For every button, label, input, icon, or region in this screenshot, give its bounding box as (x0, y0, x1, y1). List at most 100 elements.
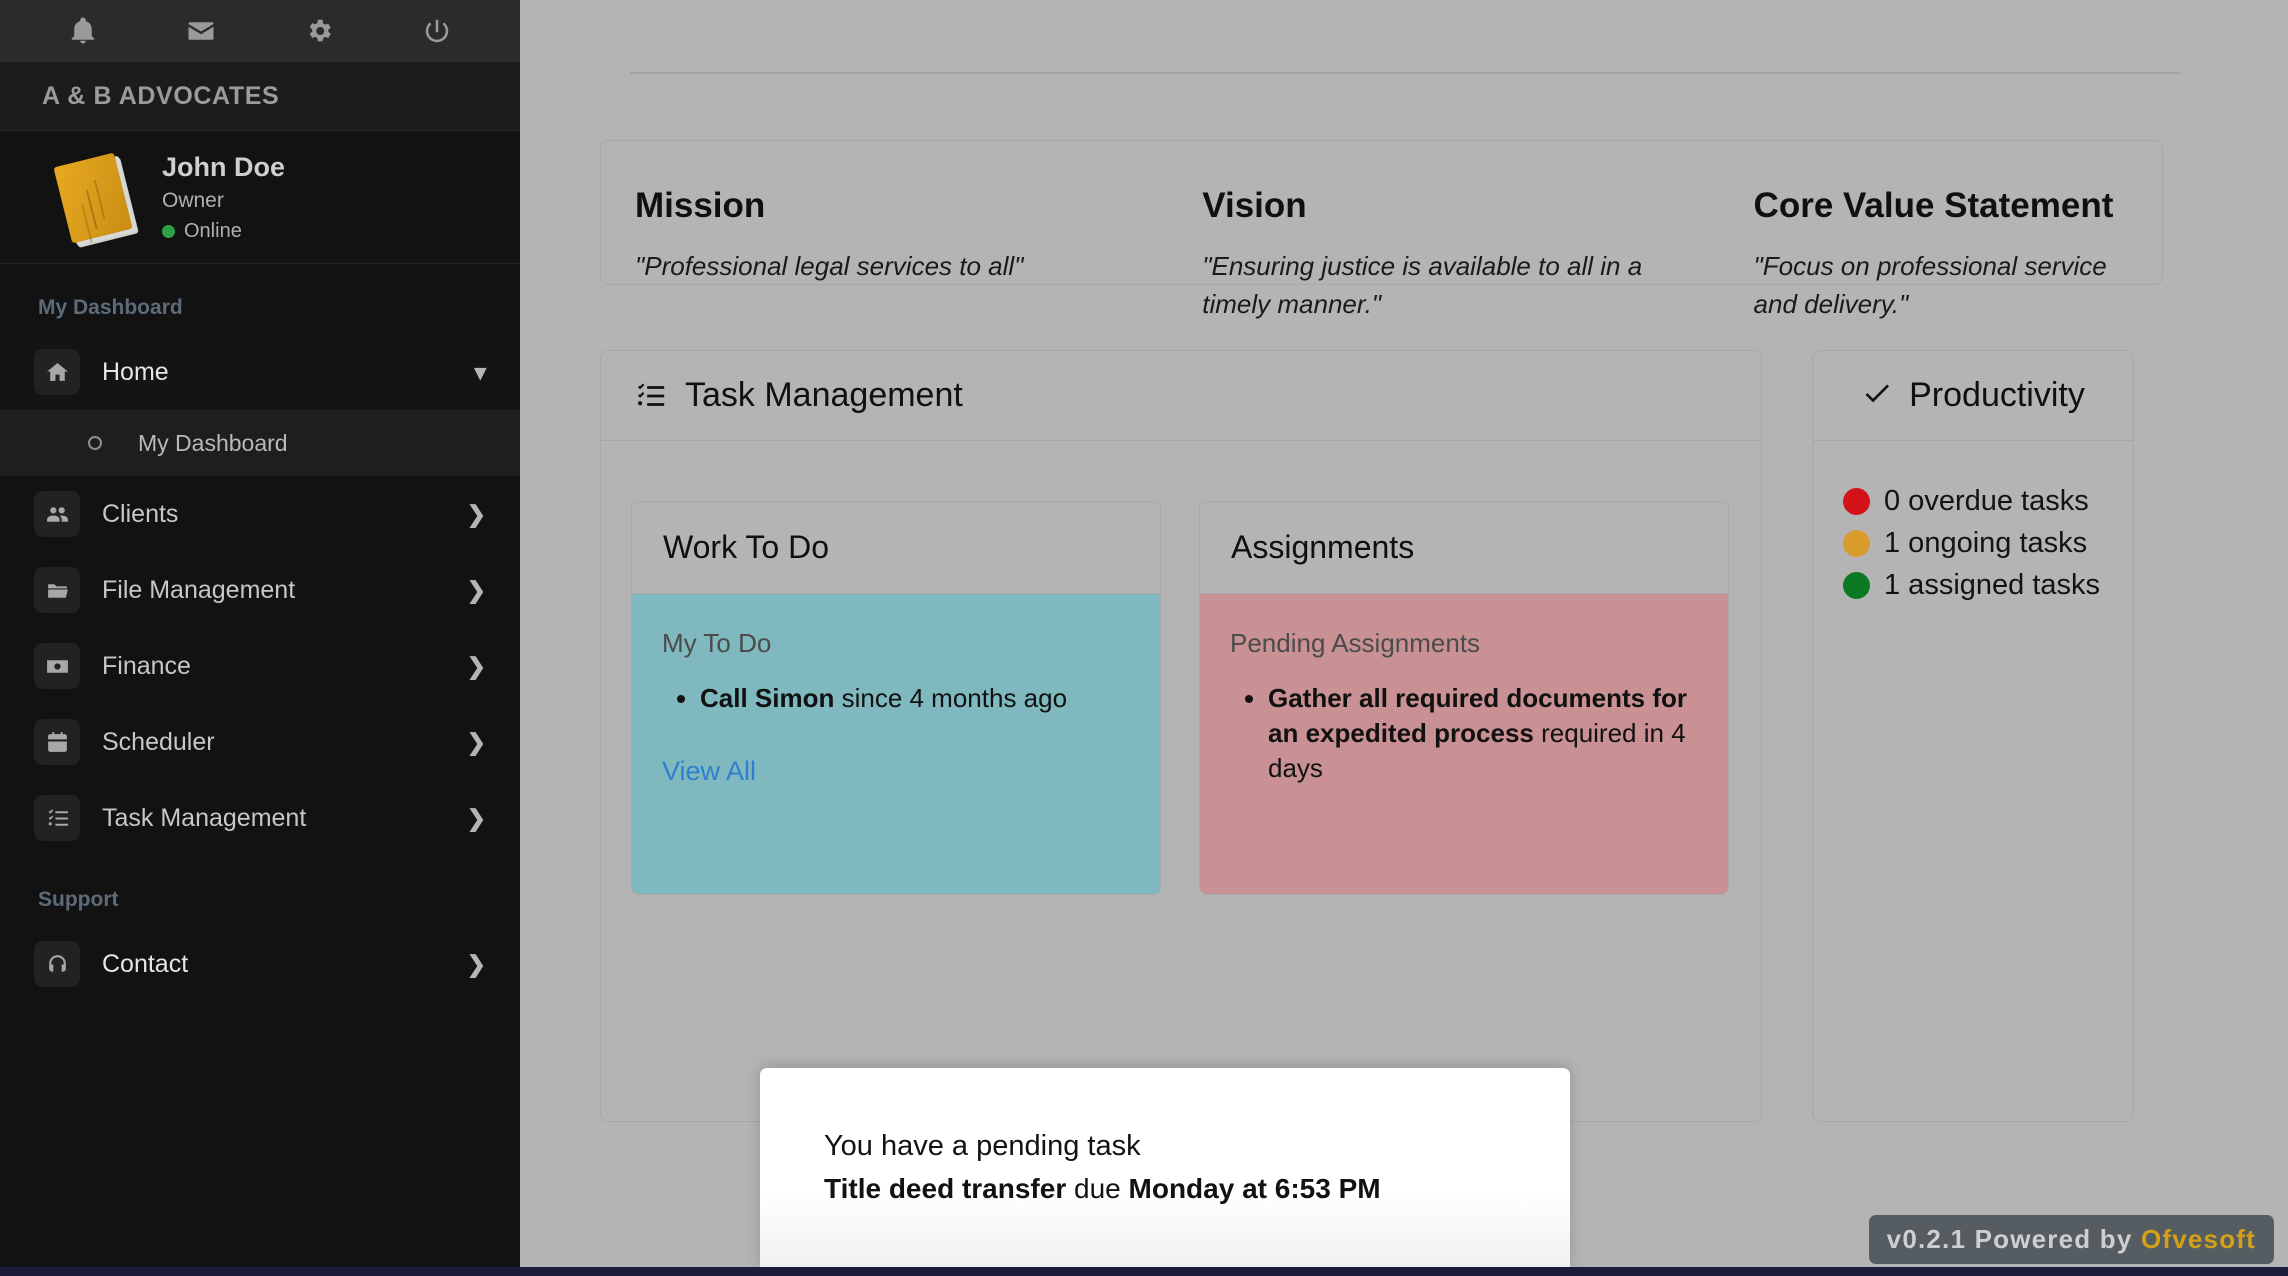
statement-vision: Vision "Ensuring justice is available to… (1168, 186, 1719, 319)
productivity-card: Productivity 0 overdue tasks 1 ongoing t… (1812, 350, 2134, 1122)
gear-icon[interactable] (296, 8, 342, 54)
statement-heading: Mission (635, 186, 766, 225)
list-item[interactable]: Call Simon since 4 months ago (700, 681, 1130, 716)
productivity-label: 1 ongoing tasks (1884, 527, 2088, 559)
work-to-do-subtitle: My To Do (662, 628, 772, 658)
top-divider (630, 72, 2180, 74)
sidebar: A & B ADVOCATES John Doe Owner Online My… (0, 0, 520, 1276)
statement-heading: Core Value Statement (1753, 186, 2114, 225)
statements-card: Mission "Professional legal services to … (600, 140, 2163, 319)
chevron-right-icon: ❯ (466, 728, 486, 755)
sidebar-item-finance[interactable]: Finance ❯ (0, 628, 520, 704)
brand-row: A & B ADVOCATES (0, 62, 520, 131)
toast-due: Monday at 6:53 PM (1128, 1173, 1381, 1204)
task-management-body: Work To Do My To Do Call Simon since 4 m… (601, 441, 1761, 895)
chevron-right-icon: ❯ (466, 500, 486, 527)
nav-section-title-dashboard: My Dashboard (38, 296, 183, 319)
sidebar-item-task-management[interactable]: Task Management ❯ (0, 780, 520, 856)
sidebar-item-label-task-management: Task Management (102, 803, 307, 832)
sidebar-item-label-home: Home (102, 357, 169, 386)
app-root: A & B ADVOCATES John Doe Owner Online My… (0, 0, 2288, 1276)
profile-name: John Doe (162, 152, 286, 183)
sidebar-item-label-contact: Contact (102, 949, 189, 978)
money-icon (34, 643, 80, 689)
sidebar-item-file-management[interactable]: File Management ❯ (0, 552, 520, 628)
assignments-list: Gather all required documents for an exp… (1268, 681, 1698, 786)
sidebar-item-scheduler[interactable]: Scheduler ❯ (0, 704, 520, 780)
status-label: Online (184, 219, 242, 242)
work-to-do-body: My To Do Call Simon since 4 months ago V… (632, 594, 1160, 894)
status-dot-green-icon (1843, 572, 1870, 599)
statement-text: "Professional legal services to all" (635, 251, 1024, 281)
productivity-row-overdue: 0 overdue tasks (1843, 485, 2133, 518)
chevron-right-icon: ❯ (466, 804, 486, 831)
sidebar-item-label-finance: Finance (102, 651, 191, 680)
chevron-right-icon: ❯ (466, 576, 486, 603)
work-to-do-list: Call Simon since 4 months ago (700, 681, 1130, 716)
sidebar-item-label-clients: Clients (102, 499, 179, 528)
task-name: Call Simon (700, 683, 835, 713)
version-text: v0.2.1 Powered by (1886, 1224, 2141, 1254)
envelope-icon[interactable] (178, 8, 224, 54)
view-all-link[interactable]: View All (662, 756, 756, 787)
task-management-header: Task Management (601, 351, 1761, 441)
nav-section-title-support: Support (38, 888, 119, 911)
productivity-row-ongoing: 1 ongoing tasks (1843, 527, 2133, 560)
status-dot-icon (162, 224, 175, 238)
power-icon[interactable] (414, 8, 460, 54)
statement-text: "Ensuring justice is available to all in… (1202, 251, 1643, 319)
brand-name: Ofvesoft (2140, 1224, 2256, 1254)
assignments-title: Assignments (1200, 502, 1728, 594)
headset-icon (34, 941, 80, 987)
book-avatar-icon (53, 152, 133, 244)
status-dot-red-icon (1843, 488, 1870, 515)
users-icon (34, 491, 80, 537)
chevron-right-icon: ❯ (466, 652, 486, 679)
productivity-label: 0 overdue tasks (1884, 485, 2089, 517)
sidebar-item-label-file-management: File Management (102, 575, 296, 604)
productivity-header: Productivity (1813, 351, 2133, 441)
productivity-label: 1 assigned tasks (1884, 569, 2101, 601)
sidebar-item-clients[interactable]: Clients ❯ (0, 476, 520, 552)
productivity-row-assigned: 1 assigned tasks (1843, 569, 2133, 602)
productivity-title: Productivity (1909, 376, 2085, 414)
status-dot-amber-icon (1843, 530, 1870, 557)
sidebar-subitem-my-dashboard[interactable]: My Dashboard (0, 410, 520, 476)
statement-mission: Mission "Professional legal services to … (601, 186, 1168, 284)
toast-line-2: Title deed transfer due Monday at 6:53 P… (824, 1173, 1570, 1205)
avatar (48, 151, 140, 244)
toast-middle: due (1066, 1173, 1129, 1204)
brand-title: A & B ADVOCATES (42, 81, 280, 110)
profile-role: Owner (162, 188, 224, 212)
work-to-do-title: Work To Do (632, 502, 1160, 594)
sidebar-item-contact[interactable]: Contact ❯ (0, 926, 520, 1002)
statement-heading: Vision (1202, 186, 1307, 225)
version-badge: v0.2.1 Powered by Ofvesoft (1868, 1215, 2274, 1264)
folder-icon (34, 567, 80, 613)
calendar-icon (34, 719, 80, 765)
checklist-icon (34, 795, 80, 841)
checklist-icon (633, 379, 667, 413)
sidebar-top-icon-bar (0, 0, 520, 62)
toast-notification[interactable]: You have a pending task Title deed trans… (760, 1068, 1570, 1268)
list-item[interactable]: Gather all required documents for an exp… (1268, 681, 1698, 786)
home-icon (34, 349, 80, 395)
check-icon (1861, 377, 1893, 414)
sidebar-item-label-scheduler: Scheduler (102, 727, 215, 756)
sidebar-item-home[interactable]: Home ▾ (0, 334, 520, 410)
chevron-down-icon: ▾ (474, 358, 486, 385)
profile-status: Online (162, 220, 285, 243)
toast-line-1: You have a pending task (824, 1130, 1141, 1162)
user-profile[interactable]: John Doe Owner Online (0, 131, 520, 264)
radio-circle-icon (88, 436, 102, 450)
task-detail: since 4 months ago (834, 683, 1068, 713)
assignments-body: Pending Assignments Gather all required … (1200, 594, 1728, 894)
task-management-title: Task Management (685, 376, 963, 414)
statement-core-value: Core Value Statement "Focus on professio… (1720, 186, 2162, 319)
bell-icon[interactable] (60, 8, 106, 54)
statement-text: "Focus on professional service and deliv… (1753, 251, 2107, 319)
assignments-card: Assignments Pending Assignments Gather a… (1199, 501, 1729, 895)
work-to-do-card: Work To Do My To Do Call Simon since 4 m… (631, 501, 1161, 895)
toast-task-name: Title deed transfer (824, 1173, 1067, 1204)
assignments-subtitle: Pending Assignments (1230, 628, 1481, 658)
